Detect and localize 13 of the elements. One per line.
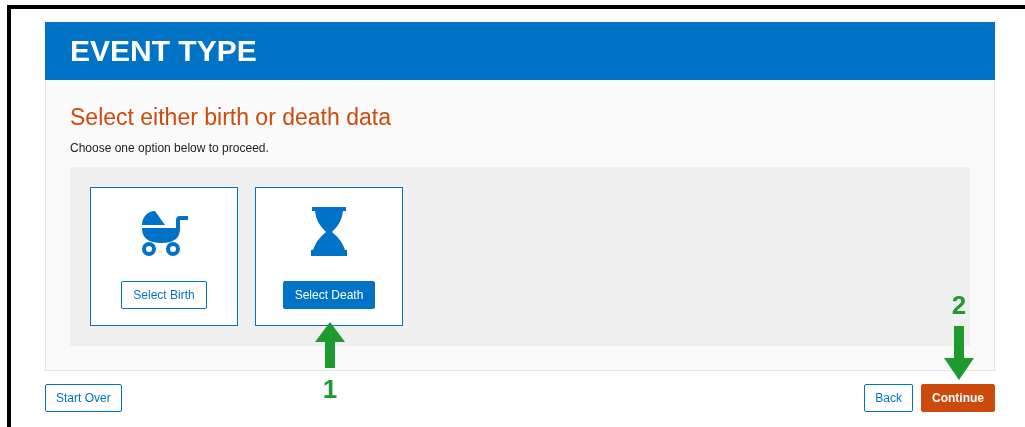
section-heading: Select either birth or death data bbox=[70, 104, 392, 131]
select-button[interactable]: Select Death bbox=[282, 281, 376, 309]
arrow-up-icon bbox=[315, 322, 345, 368]
back-button[interactable]: Back bbox=[864, 384, 913, 412]
step-number: 1 bbox=[322, 376, 338, 402]
continue-button[interactable]: Continue bbox=[921, 384, 995, 412]
hourglass-icon bbox=[310, 207, 348, 257]
step-number: 2 bbox=[951, 292, 967, 318]
page-title: EVENT TYPE bbox=[70, 34, 257, 68]
start-over-button[interactable]: Start Over bbox=[45, 384, 122, 412]
select-button[interactable]: Select Birth bbox=[121, 281, 207, 309]
instruction-text: Choose one option below to proceed. bbox=[70, 141, 270, 155]
arrow-down-icon bbox=[944, 326, 974, 380]
